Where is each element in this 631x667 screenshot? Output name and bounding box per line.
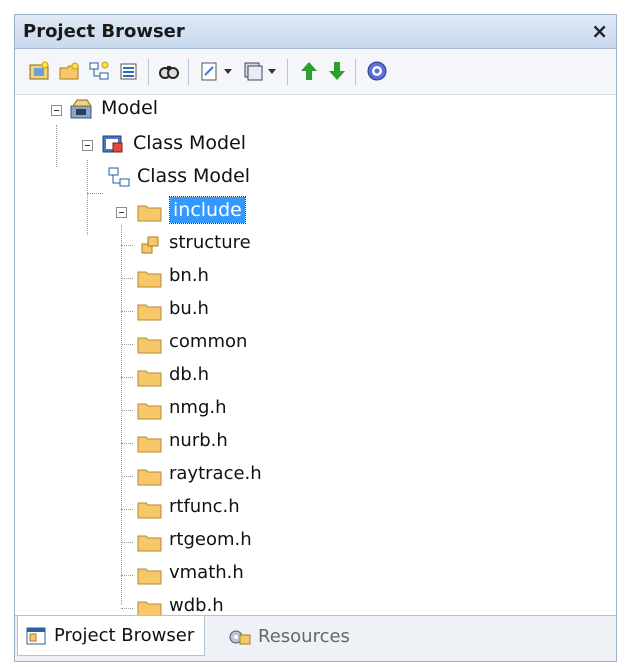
tree-label-selected: include <box>169 196 246 224</box>
tab-label: Resources <box>258 625 350 647</box>
toolbar <box>15 49 616 95</box>
tab-label: Project Browser <box>54 625 195 646</box>
folder-icon <box>137 502 162 519</box>
tree-node-folder[interactable]: bu.h <box>15 296 616 326</box>
package-view-icon <box>102 135 123 153</box>
tree-node-folder[interactable]: bn.h <box>15 263 616 293</box>
tree-label: Model <box>101 97 159 119</box>
tree-node-folder[interactable]: raytrace.h <box>15 461 616 491</box>
folder-icon <box>137 436 162 453</box>
document-icon[interactable] <box>197 59 221 83</box>
tree-label: structure <box>169 232 251 253</box>
tree-connector <box>121 410 133 411</box>
model-root-icon <box>70 99 92 119</box>
new-element-icon[interactable] <box>117 59 141 83</box>
tab-resources[interactable]: Resources <box>220 616 360 656</box>
tree-connector <box>121 245 133 246</box>
new-model-icon[interactable] <box>27 59 51 83</box>
tree-connector <box>121 476 133 477</box>
tree-label: nmg.h <box>169 397 227 418</box>
tree-label: rtgeom.h <box>169 529 252 550</box>
close-icon[interactable]: × <box>591 19 608 43</box>
tab-bar: Project Browser Resources <box>15 615 616 661</box>
tree-connector <box>121 575 133 576</box>
collapse-toggle[interactable] <box>116 207 127 218</box>
tree-node-include[interactable]: include <box>15 196 616 227</box>
tab-project-browser[interactable]: Project Browser <box>17 616 206 656</box>
tree-label: bn.h <box>169 265 209 286</box>
tree-connector <box>121 443 133 444</box>
move-down-icon[interactable] <box>325 59 349 83</box>
folder-icon <box>137 271 162 288</box>
tree-node-folder[interactable]: rtgeom.h <box>15 527 616 557</box>
tree-node-folder[interactable]: common <box>15 329 616 359</box>
tree-node-folder[interactable]: vmath.h <box>15 560 616 590</box>
tree-node-folder[interactable]: nurb.h <box>15 428 616 458</box>
toolbar-separator <box>148 59 149 85</box>
tree-connector <box>121 278 133 279</box>
tree-label: nurb.h <box>169 430 228 451</box>
tree-label: raytrace.h <box>169 463 262 484</box>
collapse-toggle[interactable] <box>51 105 62 116</box>
new-diagram-icon[interactable] <box>87 59 111 83</box>
folder-icon <box>137 403 162 420</box>
tree-label: bu.h <box>169 298 209 319</box>
tree-node-class-model-diagram[interactable]: Class Model <box>15 163 616 193</box>
structure-element-icon <box>141 236 159 254</box>
title-bar: Project Browser × <box>15 15 616 49</box>
tree-connector <box>121 311 133 312</box>
tree-node-class-model-package[interactable]: Class Model <box>15 130 616 160</box>
help-icon[interactable] <box>365 59 389 83</box>
tree-connector <box>121 377 133 378</box>
tree-label: Class Model <box>133 132 247 154</box>
new-package-icon[interactable] <box>57 59 81 83</box>
tree-label: db.h <box>169 364 209 385</box>
toolbar-separator <box>188 59 189 85</box>
tree-connector <box>121 542 133 543</box>
tree-connector <box>121 344 133 345</box>
tree-connector <box>121 509 133 510</box>
dropdown-arrow-icon[interactable] <box>221 59 235 83</box>
tree-node-structure[interactable]: structure <box>15 230 616 260</box>
tree-connector <box>121 608 133 609</box>
folder-icon <box>137 304 162 321</box>
toolbar-separator <box>287 59 288 85</box>
class-diagram-icon <box>108 167 130 187</box>
tree-node-folder[interactable]: rtfunc.h <box>15 494 616 524</box>
tree-node-model[interactable]: Model <box>15 95 616 125</box>
view-icon[interactable] <box>241 59 265 83</box>
folder-icon <box>137 370 162 387</box>
folder-icon <box>137 535 162 552</box>
project-browser-panel: Project Browser × Model Class Model Clas… <box>14 14 617 662</box>
collapse-toggle[interactable] <box>82 140 93 151</box>
move-up-icon[interactable] <box>297 59 321 83</box>
tree-label: common <box>169 331 248 352</box>
tree-node-folder[interactable]: db.h <box>15 362 616 392</box>
project-tree[interactable]: Model Class Model Class Model include st… <box>15 95 616 618</box>
project-browser-icon <box>26 627 46 644</box>
folder-icon <box>137 568 162 585</box>
tree-node-folder[interactable]: nmg.h <box>15 395 616 425</box>
tree-connector <box>87 193 103 194</box>
resources-icon <box>229 630 251 645</box>
folder-icon <box>137 205 162 222</box>
toolbar-separator <box>355 59 356 85</box>
tree-label: rtfunc.h <box>169 496 240 517</box>
panel-title: Project Browser <box>23 21 185 42</box>
tree-label: Class Model <box>137 165 251 187</box>
tree-label: vmath.h <box>169 562 244 583</box>
find-icon[interactable] <box>157 59 181 83</box>
dropdown-arrow-icon[interactable] <box>265 59 279 83</box>
folder-icon <box>137 337 162 354</box>
folder-icon <box>137 469 162 486</box>
